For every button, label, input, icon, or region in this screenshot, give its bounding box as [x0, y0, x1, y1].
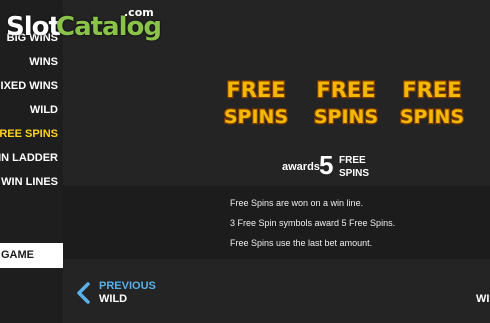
info-line: Free Spins use the last bet amount.	[230, 238, 373, 248]
logo-slot-text: Slot	[6, 12, 61, 42]
free-spins-symbol: FREE SPINS	[398, 70, 466, 130]
free-spins-symbol-icon: FREE SPINS	[313, 77, 380, 130]
previous-label: PREVIOUS	[99, 280, 156, 292]
free-spins-symbol-icon: FREE SPINS	[399, 77, 466, 130]
chevron-left-icon	[77, 282, 90, 304]
awards-unit-line2: SPINS	[339, 168, 370, 179]
free-spins-symbol: FREE SPINS	[222, 70, 290, 130]
info-line: Free Spins are won on a win line.	[230, 198, 364, 208]
game-button[interactable]: GAME	[0, 243, 63, 268]
awards-unit-line1: FREE	[339, 155, 366, 166]
sidebar-item-wild[interactable]: WILD	[30, 104, 58, 116]
symbol-line2: SPINS	[314, 106, 378, 128]
sidebar-item-wins[interactable]: WINS	[29, 56, 58, 68]
awards-unit: FREE SPINS	[339, 154, 379, 180]
next-page-button[interactable]: WI	[476, 293, 489, 305]
symbol-line1: FREE	[402, 78, 461, 102]
paytable-screen: BIG WINS WINS MIXED WINS WILD FREE SPINS…	[0, 0, 490, 323]
awards-label: awards	[282, 161, 320, 173]
sidebar-item-win-lines[interactable]: WIN LINES	[1, 176, 58, 188]
info-panel: Free Spins are won on a win line. 3 Free…	[63, 186, 490, 259]
free-spins-symbol-icon: FREE SPINS	[223, 77, 290, 130]
free-spins-symbol: FREE SPINS	[312, 70, 380, 130]
slotcatalog-logo: Slot Catalog .com	[6, 2, 162, 42]
sidebar-item-free-spins[interactable]: FREE SPINS	[0, 128, 58, 140]
previous-page-button[interactable]: PREVIOUS WILD	[74, 278, 194, 308]
symbol-line1: FREE	[316, 78, 375, 102]
awards-count: 5	[319, 150, 334, 180]
symbol-line2: SPINS	[400, 106, 464, 128]
symbol-line1: FREE	[226, 78, 285, 102]
sidebar-item-mixed-wins[interactable]: MIXED WINS	[0, 80, 58, 92]
symbol-line2: SPINS	[224, 106, 288, 128]
info-line: 3 Free Spin symbols award 5 Free Spins.	[230, 218, 396, 228]
sidebar-item-win-ladder[interactable]: WIN LADDER	[0, 152, 58, 164]
previous-page-name: WILD	[99, 293, 128, 305]
sidebar-menu: BIG WINS WINS MIXED WINS WILD FREE SPINS…	[0, 0, 63, 323]
logo-com-text: .com	[124, 6, 154, 19]
